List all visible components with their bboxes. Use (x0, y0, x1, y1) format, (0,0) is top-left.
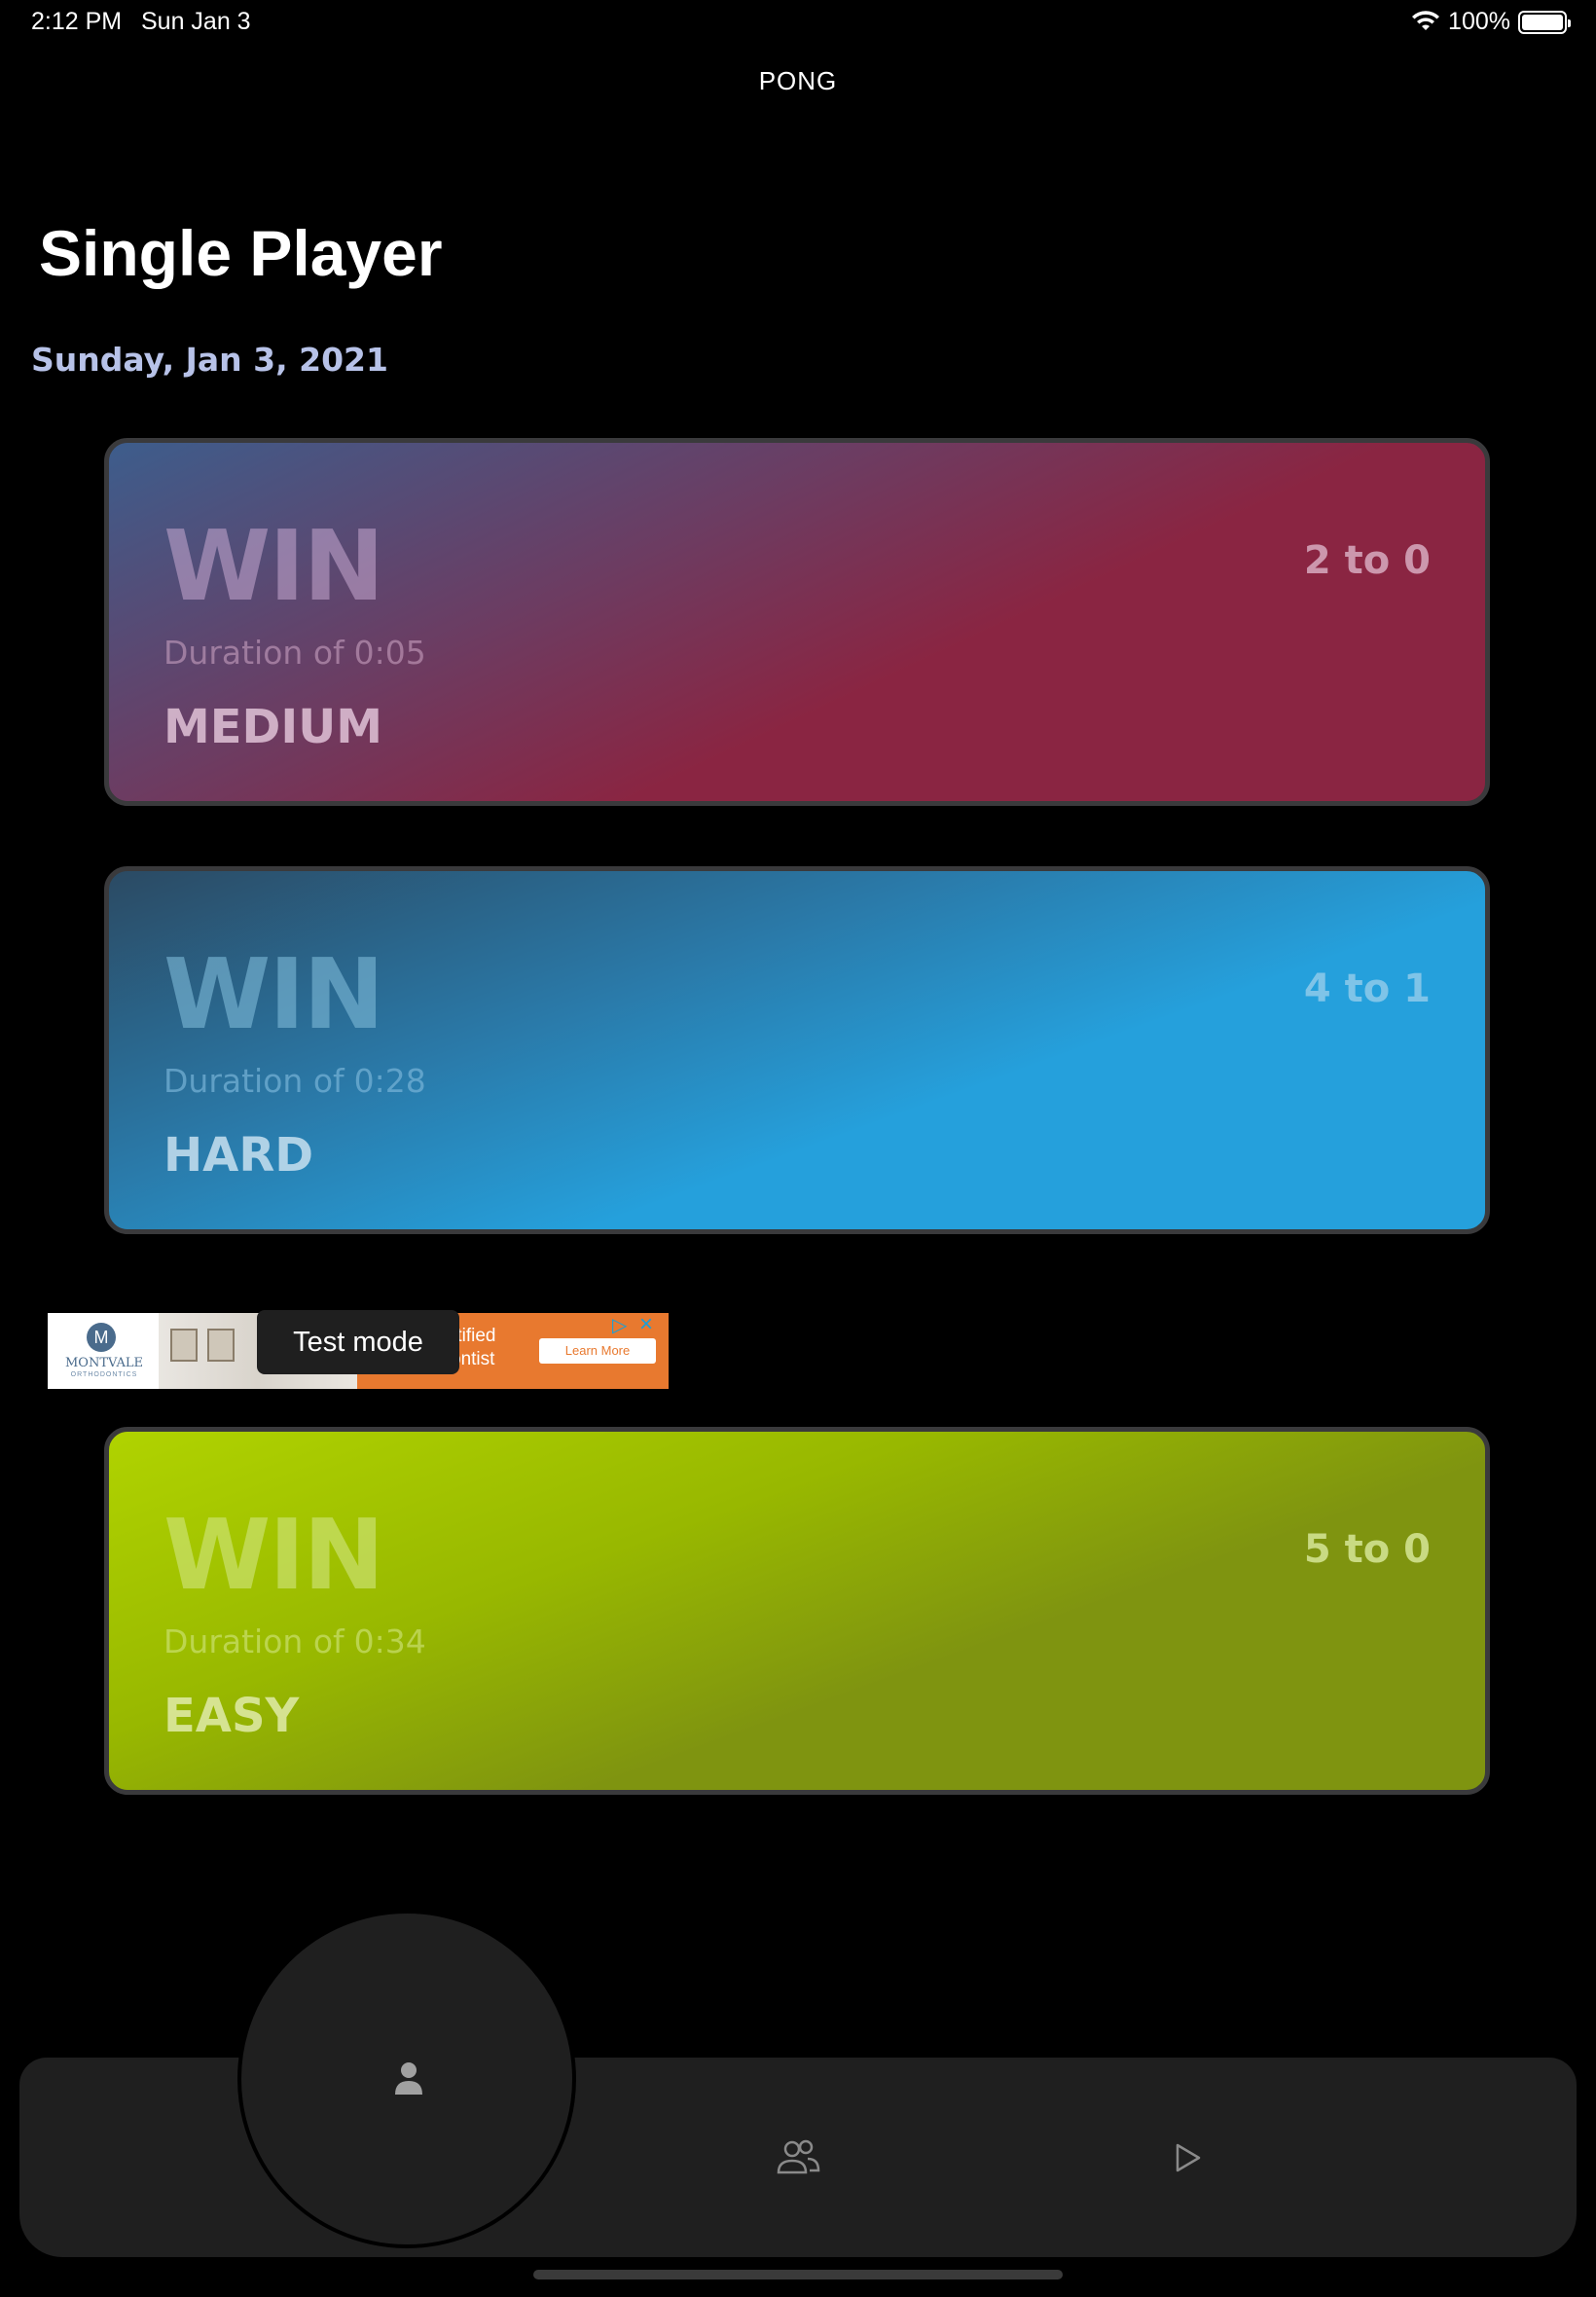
battery-icon (1518, 10, 1571, 34)
game-score: 4 to 1 (1303, 966, 1431, 1011)
game-result: WIN (163, 937, 384, 1051)
game-card-hard[interactable]: WIN Duration of 0:28 HARD 4 to 1 (104, 866, 1490, 1234)
duration-value: 0:28 (353, 1062, 426, 1100)
battery-percent: 100% (1448, 8, 1510, 35)
status-bar: 2:12 PM Sun Jan 3 100% (0, 0, 1596, 47)
person-icon[interactable] (387, 2060, 430, 2098)
tab-bar (19, 2058, 237, 2257)
game-duration: Duration of 0:05 (163, 634, 426, 672)
status-right: 100% (1411, 8, 1571, 36)
game-result: WIN (163, 509, 384, 623)
ad-close-icon[interactable]: × (639, 1313, 663, 1336)
game-level: EASY (163, 1689, 300, 1743)
game-level: MEDIUM (163, 700, 382, 754)
page-date: Sunday, Jan 3, 2021 (31, 341, 388, 379)
game-card-medium[interactable]: WIN Duration of 0:05 MEDIUM 2 to 0 (104, 438, 1490, 806)
game-level: HARD (163, 1128, 314, 1183)
duration-label: Duration of (163, 1062, 345, 1100)
duration-value: 0:34 (353, 1622, 426, 1660)
ad-brand-sub: ORTHODONTICS (70, 1371, 138, 1378)
ad-logo-mark-icon: M (87, 1323, 116, 1352)
duration-label: Duration of (163, 634, 345, 672)
ad-choices-icon[interactable]: ▷ (612, 1315, 635, 1338)
ad-learn-more-button[interactable]: Learn More (539, 1338, 656, 1364)
ad-logo: M MONTVALE ORTHODONTICS (48, 1313, 159, 1389)
game-card-easy[interactable]: WIN Duration of 0:34 EASY 5 to 0 (104, 1427, 1490, 1795)
home-indicator (533, 2270, 1063, 2279)
test-mode-label: Test mode (257, 1310, 459, 1374)
nav-title: PONG (758, 66, 838, 95)
people-icon[interactable] (773, 2137, 823, 2176)
status-date: Sun Jan 3 (141, 8, 251, 35)
game-duration: Duration of 0:28 (163, 1062, 426, 1100)
duration-label: Duration of (163, 1622, 345, 1660)
ad-photo-frame (207, 1329, 235, 1362)
game-score: 2 to 0 (1303, 538, 1431, 583)
duration-value: 0:05 (353, 634, 426, 672)
ad-photo-frame (170, 1329, 198, 1362)
tab-bar (580, 2058, 1577, 2257)
game-result: WIN (163, 1498, 384, 1612)
game-score: 5 to 0 (1303, 1527, 1431, 1572)
status-time: 2:12 PM (31, 8, 123, 35)
ad-brand: MONTVALE (64, 1356, 144, 1370)
play-icon[interactable] (1172, 2141, 1203, 2174)
page-title: Single Player (39, 217, 443, 289)
wifi-icon (1412, 10, 1440, 30)
game-duration: Duration of 0:34 (163, 1622, 426, 1660)
